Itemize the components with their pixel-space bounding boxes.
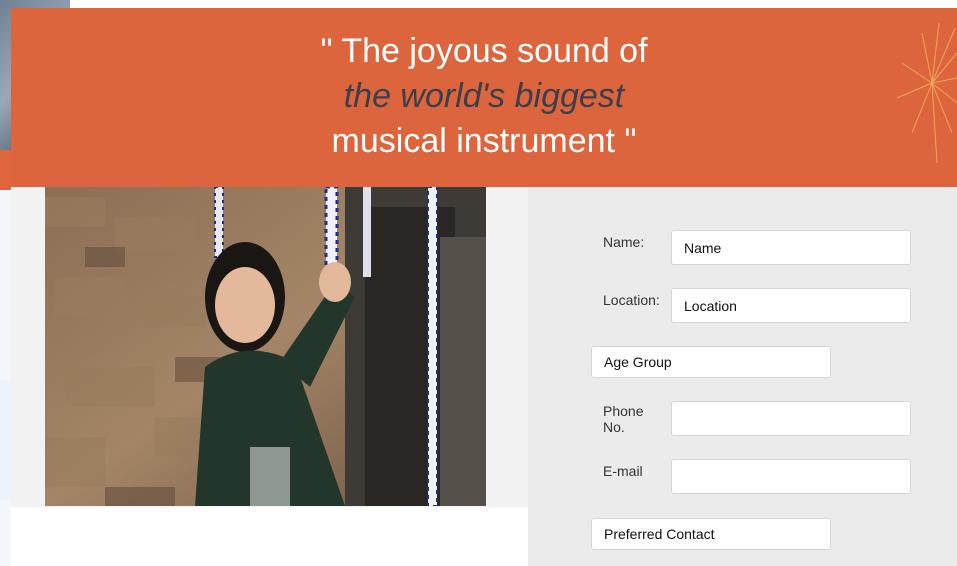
name-input[interactable] [671, 230, 911, 265]
location-label: Location: [603, 292, 660, 308]
photo-section [11, 187, 528, 507]
phone-label: Phone No. [603, 403, 644, 435]
below-photo-area [11, 507, 528, 566]
bell-ringer-photo [45, 187, 486, 506]
quote-banner: " The joyous sound of the world's bigges… [11, 8, 957, 187]
name-label: Name: [603, 234, 645, 250]
age-group-select[interactable] [591, 346, 831, 378]
email-input[interactable] [671, 459, 911, 494]
email-label: E-mail [603, 463, 643, 479]
quote-line-3: musical instrument " [331, 122, 637, 160]
photo-image [45, 187, 486, 506]
quote-line-2: the world's biggest [343, 77, 625, 115]
phone-input[interactable] [671, 401, 911, 436]
banner-quote: " The joyous sound of the world's bigges… [11, 29, 957, 164]
quote-line-1: " The joyous sound of [320, 32, 648, 70]
sparkle-icon [896, 23, 957, 164]
preferred-contact-select[interactable] [591, 518, 831, 550]
contact-form: Name: Location: Phone No. E-mail [528, 187, 957, 566]
location-input[interactable] [671, 288, 911, 323]
